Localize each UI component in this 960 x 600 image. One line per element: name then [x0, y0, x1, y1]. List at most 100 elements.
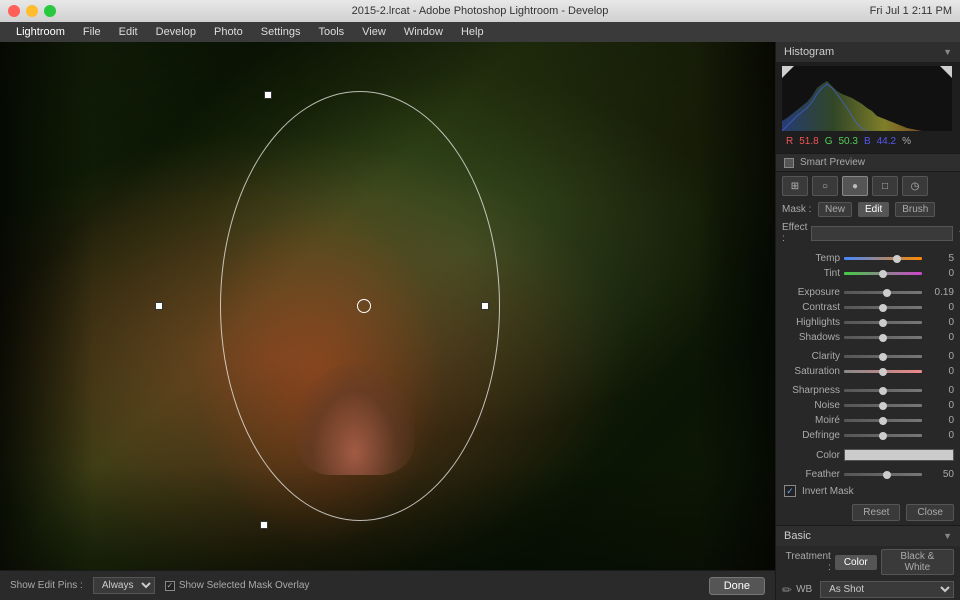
moire-slider-thumb[interactable] — [879, 417, 887, 425]
show-edit-pins-label: Show Edit Pins : — [10, 580, 83, 591]
handle-bottom[interactable] — [260, 521, 268, 529]
menu-lightroom[interactable]: Lightroom — [8, 22, 73, 42]
basic-title: Basic — [784, 530, 811, 542]
sharpness-slider-track[interactable] — [844, 389, 922, 392]
tint-slider-track[interactable] — [844, 272, 922, 275]
color-swatch[interactable] — [844, 449, 954, 461]
handle-right[interactable] — [481, 302, 489, 310]
close-button-action[interactable]: Close — [906, 504, 954, 521]
clarity-slider-thumb[interactable] — [879, 353, 887, 361]
close-button[interactable] — [8, 5, 20, 17]
mask-row: Mask : New Edit Brush — [776, 200, 960, 219]
histogram-g-label: G — [825, 136, 833, 147]
radial-filter-center-pin[interactable] — [357, 299, 371, 313]
tool-radial[interactable]: ● — [842, 176, 868, 196]
exposure-slider-thumb[interactable] — [883, 289, 891, 297]
handle-left[interactable] — [155, 302, 163, 310]
temp-value: 5 — [926, 253, 954, 264]
histogram-g-value: 50.3 — [838, 136, 857, 147]
effect-value-input[interactable]: Sunlight · Light — [811, 226, 953, 241]
sharpness-slider-thumb[interactable] — [879, 387, 887, 395]
menu-help[interactable]: Help — [453, 22, 492, 42]
invert-mask-checkbox[interactable]: ✓ — [784, 485, 796, 497]
treatment-color-button[interactable]: Color — [835, 555, 877, 570]
color-label: Color — [782, 450, 840, 461]
contrast-slider-thumb[interactable] — [879, 304, 887, 312]
temp-slider-track[interactable] — [844, 257, 922, 260]
menu-tools[interactable]: Tools — [310, 22, 352, 42]
tool-circle-outline[interactable]: ○ — [812, 176, 838, 196]
contrast-slider-track[interactable] — [844, 306, 922, 309]
menu-develop[interactable]: Develop — [148, 22, 204, 42]
noise-slider-track[interactable] — [844, 404, 922, 407]
menu-settings[interactable]: Settings — [253, 22, 309, 42]
histogram-b-value: 44.2 — [877, 136, 896, 147]
show-mask-checkbox[interactable]: ✓ — [165, 581, 175, 591]
menu-edit[interactable]: Edit — [111, 22, 146, 42]
done-button[interactable]: Done — [709, 577, 765, 595]
tint-slider-thumb[interactable] — [879, 270, 887, 278]
edit-pins-dropdown[interactable]: Always — [93, 577, 155, 594]
defringe-slider-row: Defringe 0 — [776, 428, 960, 443]
treatment-bw-button[interactable]: Black & White — [881, 549, 954, 575]
moire-slider-track[interactable] — [844, 419, 922, 422]
shadows-slider-thumb[interactable] — [879, 334, 887, 342]
saturation-label: Saturation — [782, 366, 840, 377]
exposure-slider-track[interactable] — [844, 291, 922, 294]
menu-file[interactable]: File — [75, 22, 109, 42]
show-mask-overlay-toggle[interactable]: ✓ Show Selected Mask Overlay — [165, 580, 310, 591]
menu-photo[interactable]: Photo — [206, 22, 251, 42]
bottom-toolbar: Show Edit Pins : Always ✓ Show Selected … — [0, 570, 775, 600]
window-controls[interactable] — [8, 5, 56, 17]
clarity-slider-track[interactable] — [844, 355, 922, 358]
menu-view[interactable]: View — [354, 22, 394, 42]
tool-rect[interactable]: ⊞ — [782, 176, 808, 196]
tool-clock[interactable]: ◷ — [902, 176, 928, 196]
feather-slider-thumb[interactable] — [883, 471, 891, 479]
contrast-label: Contrast — [782, 302, 840, 313]
mask-edit-button[interactable]: Edit — [858, 202, 889, 217]
menu-window[interactable]: Window — [396, 22, 451, 42]
reset-button[interactable]: Reset — [852, 504, 900, 521]
tool-square[interactable]: □ — [872, 176, 898, 196]
noise-slider-thumb[interactable] — [879, 402, 887, 410]
tool-row: ⊞ ○ ● □ ◷ — [776, 172, 960, 200]
histogram-title: Histogram — [784, 46, 834, 58]
maximize-button[interactable] — [44, 5, 56, 17]
time-display: Fri Jul 1 2:11 PM — [870, 5, 952, 17]
exposure-slider-row: Exposure 0.19 — [776, 285, 960, 300]
handle-top[interactable] — [264, 91, 272, 99]
contrast-slider-row: Contrast 0 — [776, 300, 960, 315]
saturation-slider-thumb[interactable] — [879, 368, 887, 376]
minimize-button[interactable] — [26, 5, 38, 17]
saturation-slider-track[interactable] — [844, 370, 922, 373]
smart-preview-icon — [784, 158, 794, 168]
photo-container[interactable] — [0, 42, 775, 570]
highlights-slider-track[interactable] — [844, 321, 922, 324]
histogram-chart — [782, 66, 952, 131]
mask-brush-button[interactable]: Brush — [895, 202, 935, 217]
defringe-slider-thumb[interactable] — [879, 432, 887, 440]
noise-label: Noise — [782, 400, 840, 411]
exposure-label: Exposure — [782, 287, 840, 298]
histogram-r-label: R — [786, 136, 793, 147]
wb-dropdown[interactable]: As Shot — [820, 581, 954, 598]
histogram-header[interactable]: Histogram ▼ — [776, 42, 960, 62]
defringe-label: Defringe — [782, 430, 840, 441]
window-title: 2015-2.lrcat - Adobe Photoshop Lightroom… — [352, 5, 609, 17]
clarity-slider-row: Clarity 0 — [776, 349, 960, 364]
highlights-slider-thumb[interactable] — [879, 319, 887, 327]
basic-section-header[interactable]: Basic ▼ — [776, 525, 960, 546]
invert-checkmark-icon: ✓ — [786, 486, 794, 497]
feather-slider-track[interactable] — [844, 473, 922, 476]
temp-slider-thumb[interactable] — [893, 255, 901, 263]
action-buttons-row: Reset Close — [776, 500, 960, 525]
noise-value: 0 — [926, 400, 954, 411]
defringe-slider-track[interactable] — [844, 434, 922, 437]
invert-mask-label: Invert Mask — [802, 486, 854, 497]
mask-new-button[interactable]: New — [818, 202, 852, 217]
feather-slider-row: Feather 50 — [776, 467, 960, 482]
show-mask-label: Show Selected Mask Overlay — [179, 580, 310, 591]
eyedropper-icon[interactable]: ✏ — [782, 583, 792, 597]
shadows-slider-track[interactable] — [844, 336, 922, 339]
